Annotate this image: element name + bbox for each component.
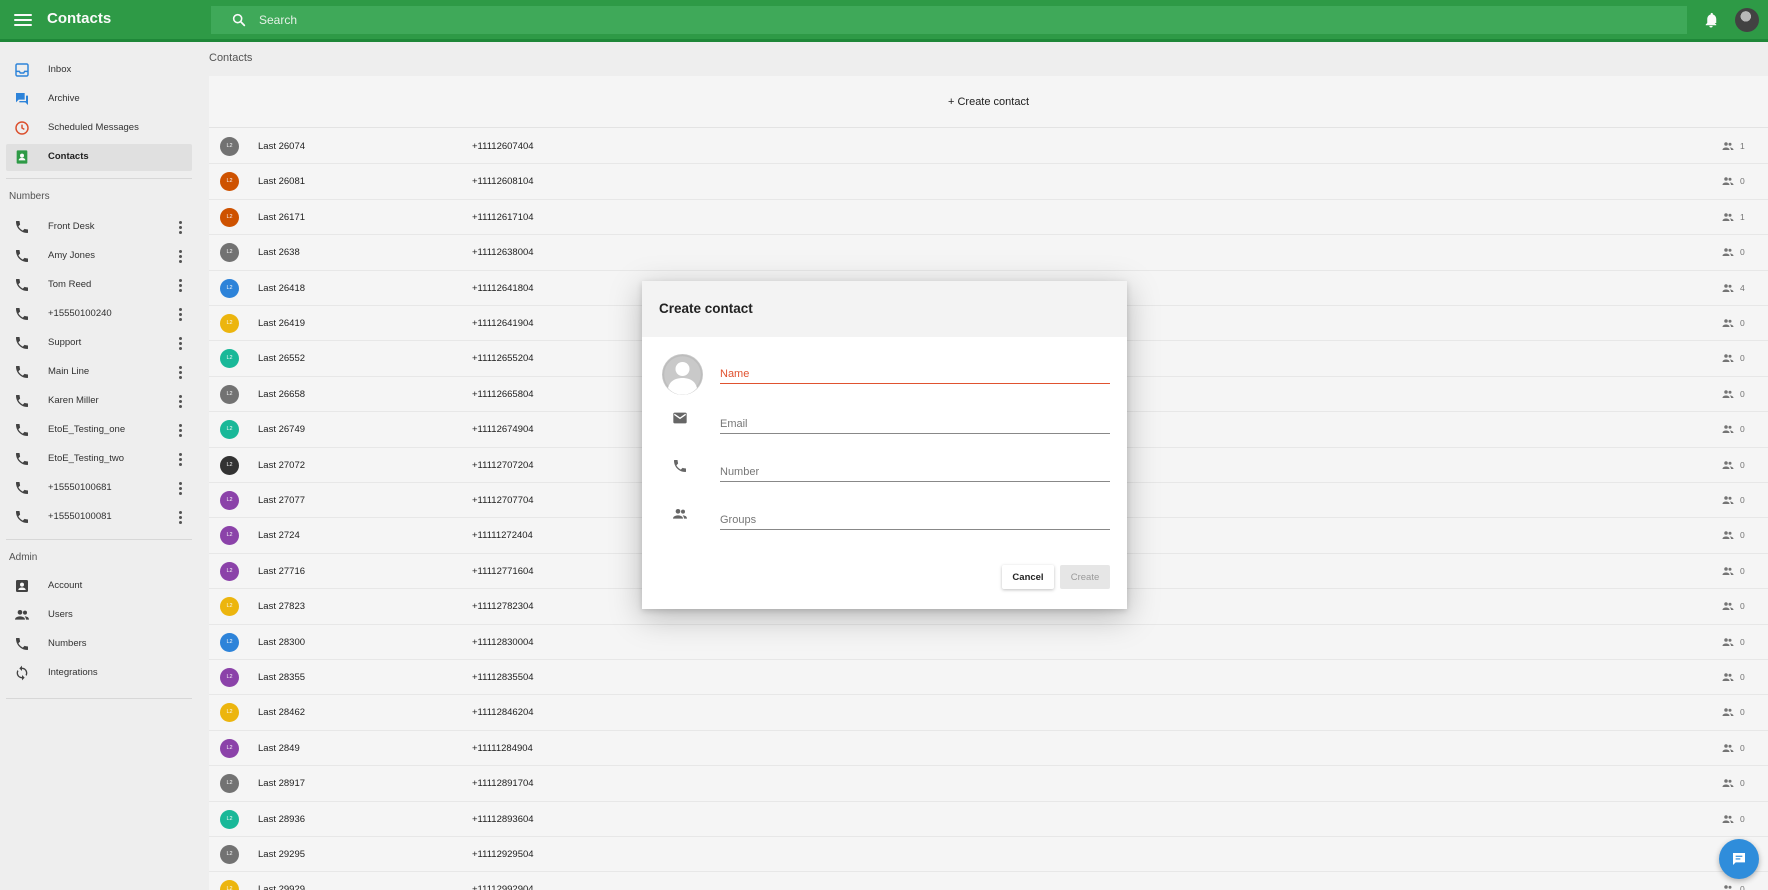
number-field[interactable] (720, 456, 1110, 482)
create-contact-dialog: Create contact Cancel Create (642, 281, 1127, 609)
dialog-title: Create contact (659, 301, 753, 316)
dialog-header: Create contact (642, 281, 1127, 337)
name-field[interactable] (720, 358, 1110, 384)
email-field[interactable] (720, 408, 1110, 434)
groups-icon (673, 509, 687, 519)
contact-avatar-placeholder[interactable] (662, 354, 703, 395)
create-button[interactable]: Create (1060, 565, 1110, 589)
email-icon (673, 412, 687, 424)
chat-icon (1733, 853, 1745, 865)
groups-field[interactable] (720, 504, 1110, 530)
person-icon (662, 354, 703, 395)
chat-fab-button[interactable] (1719, 839, 1759, 879)
cancel-button[interactable]: Cancel (1002, 565, 1054, 589)
phone-icon (674, 460, 686, 472)
